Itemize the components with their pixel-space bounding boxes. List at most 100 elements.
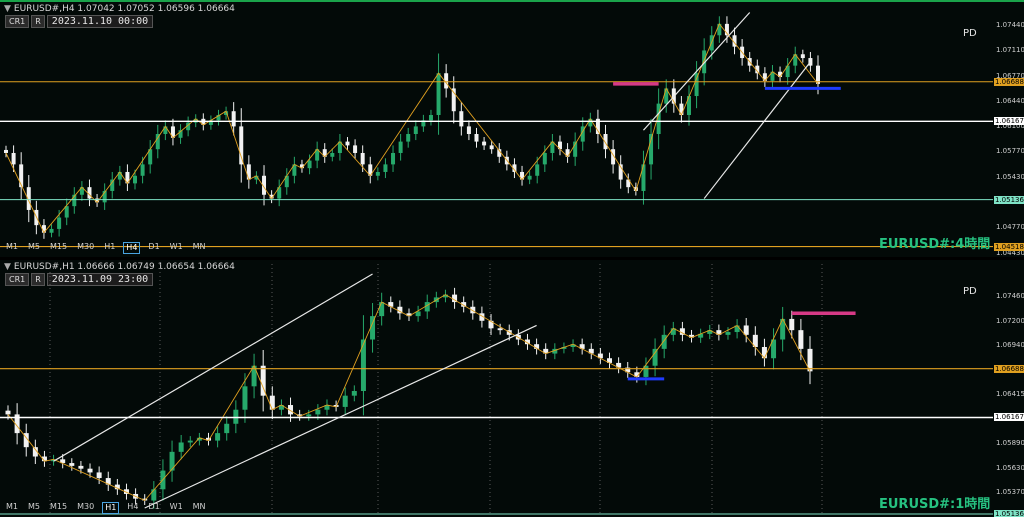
candle [379, 302, 385, 317]
candle [231, 111, 236, 127]
candle [133, 175, 138, 184]
candle [242, 386, 248, 410]
candle [178, 442, 184, 452]
candle [353, 145, 358, 153]
timeframe-d1[interactable]: D1 [146, 242, 161, 252]
h4-candles[interactable] [0, 2, 993, 257]
candle [345, 141, 350, 146]
candle [187, 440, 193, 443]
trend-channel-line [144, 324, 537, 509]
level-price-label: 1.05136 [994, 195, 1024, 204]
candle [497, 328, 503, 331]
candle [342, 395, 348, 407]
candle [315, 409, 321, 415]
candle [542, 152, 547, 165]
price-tick: 1.05890 [996, 439, 1024, 448]
candle [246, 164, 251, 180]
candle [798, 330, 804, 349]
zigzag-line [5, 23, 819, 234]
candle [641, 164, 646, 191]
h1-chart-pane[interactable]: ▼ EURUSD#,H1 1.06666 1.06749 1.06654 1.06… [0, 260, 1024, 517]
timeframe-m5[interactable]: M5 [26, 502, 42, 512]
price-tick: 1.05370 [996, 488, 1024, 497]
timeframe-m15[interactable]: M15 [48, 502, 69, 512]
candle [652, 348, 658, 366]
candle [64, 206, 69, 218]
candle [816, 65, 820, 84]
timeframe-m1[interactable]: M1 [4, 242, 20, 252]
candle [436, 73, 441, 116]
timeframe-w1[interactable]: W1 [168, 502, 185, 512]
candle [110, 179, 115, 191]
timeframe-m30[interactable]: M30 [75, 502, 96, 512]
trend-channel-line [643, 12, 751, 131]
candle [800, 54, 805, 59]
candle [151, 489, 157, 501]
candle [78, 465, 84, 469]
zigzag-line [7, 294, 811, 502]
candle [269, 395, 275, 410]
timeframe-h1[interactable]: H1 [102, 242, 117, 252]
candle [603, 134, 608, 150]
candle [398, 141, 403, 153]
price-tick: 1.06940 [996, 341, 1024, 350]
candle [535, 164, 540, 176]
candle [789, 318, 795, 331]
candle [49, 228, 54, 233]
price-tick: 1.06415 [996, 390, 1024, 399]
candle [87, 468, 93, 473]
price-tick: 1.06440 [996, 96, 1024, 105]
candle [215, 433, 221, 441]
h1-price-axis[interactable]: 1.07460 1.07200 1.06940 1.06415 1.05890 1.056… [993, 260, 1024, 517]
timeframe-m1[interactable]: M1 [4, 502, 20, 512]
candle [4, 149, 8, 153]
candle [140, 164, 145, 176]
timeframe-h4[interactable]: H4 [123, 242, 141, 254]
timeframe-m30[interactable]: M30 [75, 242, 96, 252]
candle [588, 118, 593, 127]
candle [527, 175, 532, 180]
candle [375, 171, 380, 176]
h4-price-axis[interactable]: 1.07440 1.07110 1.06770 1.06440 1.06100 1.057… [993, 2, 1024, 257]
price-tick: 1.07200 [996, 316, 1024, 325]
candle [686, 96, 691, 116]
price-tick: 1.04770 [996, 223, 1024, 232]
candle [307, 160, 312, 169]
candle [725, 332, 731, 335]
candle [474, 134, 479, 142]
timeframe-h4[interactable]: H4 [125, 502, 140, 512]
candle [391, 152, 396, 165]
candle [57, 217, 62, 229]
candle [233, 409, 239, 424]
candle [351, 391, 357, 396]
candle [330, 152, 335, 157]
timeframe-h1[interactable]: H1 [102, 502, 120, 514]
h4-chart-pane[interactable]: ▼ EURUSD#,H4 1.07042 1.07052 1.06596 1.06… [0, 0, 1024, 257]
candle [19, 164, 24, 188]
candle [406, 134, 411, 142]
candle [163, 126, 168, 134]
timeframe-m15[interactable]: M15 [48, 242, 69, 252]
candle [5, 410, 11, 415]
candle [306, 414, 312, 417]
candle [96, 472, 102, 479]
h1-candles[interactable] [0, 260, 993, 517]
candle [743, 325, 749, 335]
candle [239, 126, 244, 165]
h4-watermark: EURUSD#:4時間 [879, 237, 991, 252]
price-tick: 1.07460 [996, 292, 1024, 301]
timeframe-d1[interactable]: D1 [146, 502, 161, 512]
price-tick: 1.05430 [996, 173, 1024, 182]
timeframe-mn[interactable]: MN [191, 242, 208, 252]
price-tick: 1.05630 [996, 463, 1024, 472]
timeframe-m5[interactable]: M5 [26, 242, 42, 252]
timeframe-mn[interactable]: MN [191, 502, 208, 512]
candle [413, 126, 418, 134]
candle [694, 73, 699, 97]
timeframe-w1[interactable]: W1 [168, 242, 185, 252]
candle [661, 334, 667, 349]
level-price-label: 1.06688 [994, 364, 1024, 373]
h4-timeframe-bar: M1 M5 M15 M30 H1 H4 D1 W1 MN [4, 242, 208, 254]
level-price-label: 1.06688 [994, 77, 1024, 86]
level-price-label: 1.06167 [994, 413, 1024, 422]
